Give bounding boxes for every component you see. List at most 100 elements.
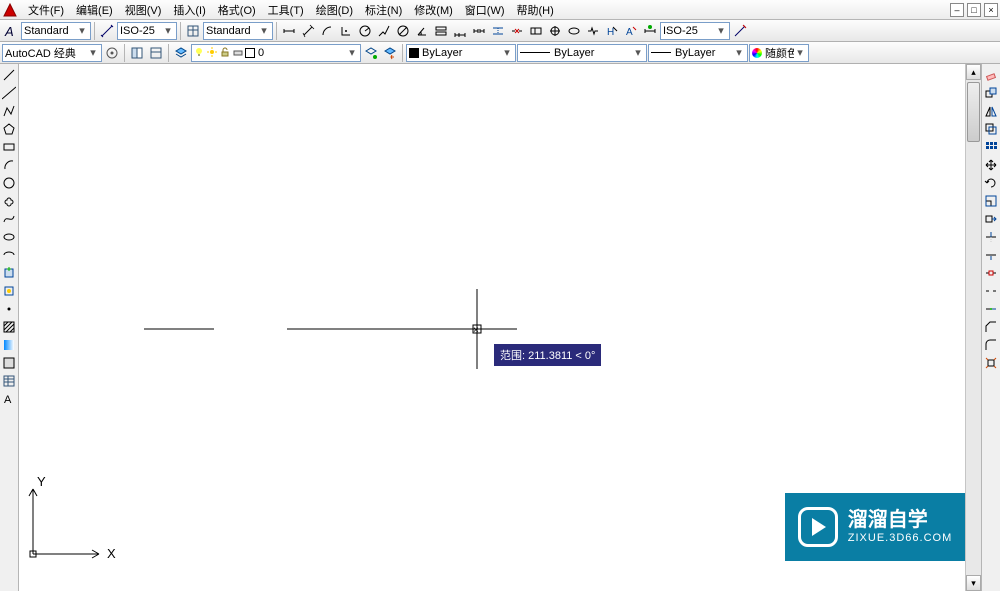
menu-tools[interactable]: 工具(T) xyxy=(262,0,310,20)
layer-states-icon[interactable] xyxy=(362,44,380,62)
menu-modify[interactable]: 修改(M) xyxy=(408,0,459,20)
close-button[interactable]: × xyxy=(984,3,998,17)
menu-edit[interactable]: 编辑(E) xyxy=(70,0,119,20)
polygon-icon[interactable] xyxy=(0,120,17,137)
join-icon[interactable] xyxy=(982,300,999,317)
menu-insert[interactable]: 插入(I) xyxy=(167,0,211,20)
dim-space-icon[interactable] xyxy=(489,22,507,40)
arc-icon[interactable] xyxy=(0,156,17,173)
rectangle-icon[interactable] xyxy=(0,138,17,155)
layer-dropdown[interactable]: 0 ▾ xyxy=(191,44,361,62)
extend-icon[interactable] xyxy=(982,246,999,263)
layer-color-swatch xyxy=(245,48,255,58)
circle-icon[interactable] xyxy=(0,174,17,191)
dim-continue-icon[interactable] xyxy=(470,22,488,40)
dim-ordinate-icon[interactable] xyxy=(337,22,355,40)
dim-update-icon[interactable] xyxy=(641,22,659,40)
dimstyle-dropdown[interactable]: ISO-25▾ xyxy=(117,22,177,40)
layer-value: 0 xyxy=(258,47,346,59)
dim-break-icon[interactable] xyxy=(508,22,526,40)
scale-icon[interactable] xyxy=(982,192,999,209)
revcloud-icon[interactable] xyxy=(0,192,17,209)
offset-icon[interactable] xyxy=(982,120,999,137)
menu-format[interactable]: 格式(O) xyxy=(212,0,262,20)
mtext-icon[interactable]: A xyxy=(0,390,17,407)
rotate-icon[interactable] xyxy=(982,174,999,191)
hatch-icon[interactable] xyxy=(0,318,17,335)
dimstyle-icon[interactable] xyxy=(98,22,116,40)
fillet-icon[interactable] xyxy=(982,336,999,353)
menu-window[interactable]: 窗口(W) xyxy=(459,0,511,20)
restore-button[interactable]: □ xyxy=(967,3,981,17)
watermark-title: 溜溜自学 xyxy=(848,508,952,532)
break-icon[interactable] xyxy=(982,282,999,299)
trim-icon[interactable] xyxy=(982,228,999,245)
dimstyle2-dropdown[interactable]: ISO-25▾ xyxy=(660,22,730,40)
menu-help[interactable]: 帮助(H) xyxy=(511,0,560,20)
spline-icon[interactable] xyxy=(0,210,17,227)
tablestyle-icon[interactable] xyxy=(184,22,202,40)
dim-arc-icon[interactable] xyxy=(318,22,336,40)
menu-bar: 文件(F) 编辑(E) 视图(V) 插入(I) 格式(O) 工具(T) 绘图(D… xyxy=(0,0,1000,20)
dim-tedit-icon[interactable]: A xyxy=(622,22,640,40)
workspace-settings-icon[interactable] xyxy=(103,44,121,62)
dim-linear-icon[interactable] xyxy=(280,22,298,40)
layer-manager-icon[interactable] xyxy=(172,44,190,62)
table-icon[interactable] xyxy=(0,372,17,389)
erase-icon[interactable] xyxy=(982,66,999,83)
textstyle-icon[interactable]: A xyxy=(2,22,20,40)
ellipse-icon[interactable] xyxy=(0,228,17,245)
bulb-on-icon xyxy=(194,47,206,59)
polyline-icon[interactable] xyxy=(0,102,17,119)
mirror-icon[interactable] xyxy=(982,102,999,119)
toolpalettes-icon[interactable] xyxy=(128,44,146,62)
move-icon[interactable] xyxy=(982,156,999,173)
scroll-up-button[interactable]: ▴ xyxy=(966,64,981,80)
vertical-scrollbar[interactable]: ▴ ▾ xyxy=(965,64,981,591)
explode-icon[interactable] xyxy=(982,354,999,371)
xline-icon[interactable] xyxy=(0,84,17,101)
menu-view[interactable]: 视图(V) xyxy=(119,0,168,20)
layer-previous-icon[interactable] xyxy=(381,44,399,62)
line-icon[interactable] xyxy=(0,66,17,83)
dim-angular-icon[interactable] xyxy=(413,22,431,40)
copy-icon[interactable] xyxy=(982,84,999,101)
ellipse-arc-icon[interactable] xyxy=(0,246,17,263)
plotstyle-dropdown[interactable]: 随颜色▾ xyxy=(749,44,809,62)
array-icon[interactable] xyxy=(982,138,999,155)
tolerance-icon[interactable] xyxy=(527,22,545,40)
color-dropdown[interactable]: ByLayer▾ xyxy=(406,44,516,62)
dim-styleapply-icon[interactable] xyxy=(731,22,749,40)
menu-draw[interactable]: 绘图(D) xyxy=(310,0,359,20)
jog-line-icon[interactable] xyxy=(584,22,602,40)
linetype-dropdown[interactable]: ByLayer▾ xyxy=(517,44,647,62)
dim-diameter-icon[interactable] xyxy=(394,22,412,40)
make-block-icon[interactable] xyxy=(0,282,17,299)
centermark-icon[interactable] xyxy=(546,22,564,40)
point-icon[interactable] xyxy=(0,300,17,317)
break-point-icon[interactable] xyxy=(982,264,999,281)
chamfer-icon[interactable] xyxy=(982,318,999,335)
gradient-icon[interactable] xyxy=(0,336,17,353)
dim-radius-icon[interactable] xyxy=(356,22,374,40)
dim-quick-icon[interactable] xyxy=(432,22,450,40)
lineweight-dropdown[interactable]: ByLayer▾ xyxy=(648,44,748,62)
menu-file[interactable]: 文件(F) xyxy=(22,0,70,20)
textstyle-dropdown[interactable]: Standard▾ xyxy=(21,22,91,40)
dim-baseline-icon[interactable] xyxy=(451,22,469,40)
menu-dim[interactable]: 标注(N) xyxy=(359,0,408,20)
properties-icon[interactable] xyxy=(147,44,165,62)
inspect-icon[interactable] xyxy=(565,22,583,40)
stretch-icon[interactable] xyxy=(982,210,999,227)
insert-block-icon[interactable] xyxy=(0,264,17,281)
minimize-button[interactable]: ‒ xyxy=(950,3,964,17)
dim-aligned-icon[interactable] xyxy=(299,22,317,40)
tablestyle-dropdown[interactable]: Standard▾ xyxy=(203,22,273,40)
scroll-thumb[interactable] xyxy=(967,82,980,142)
region-icon[interactable] xyxy=(0,354,17,371)
dim-edit-icon[interactable]: H xyxy=(603,22,621,40)
chevron-down-icon: ▾ xyxy=(76,24,88,37)
scroll-down-button[interactable]: ▾ xyxy=(966,575,981,591)
workspace-dropdown[interactable]: AutoCAD 经典▾ xyxy=(2,44,102,62)
dim-jogged-icon[interactable] xyxy=(375,22,393,40)
